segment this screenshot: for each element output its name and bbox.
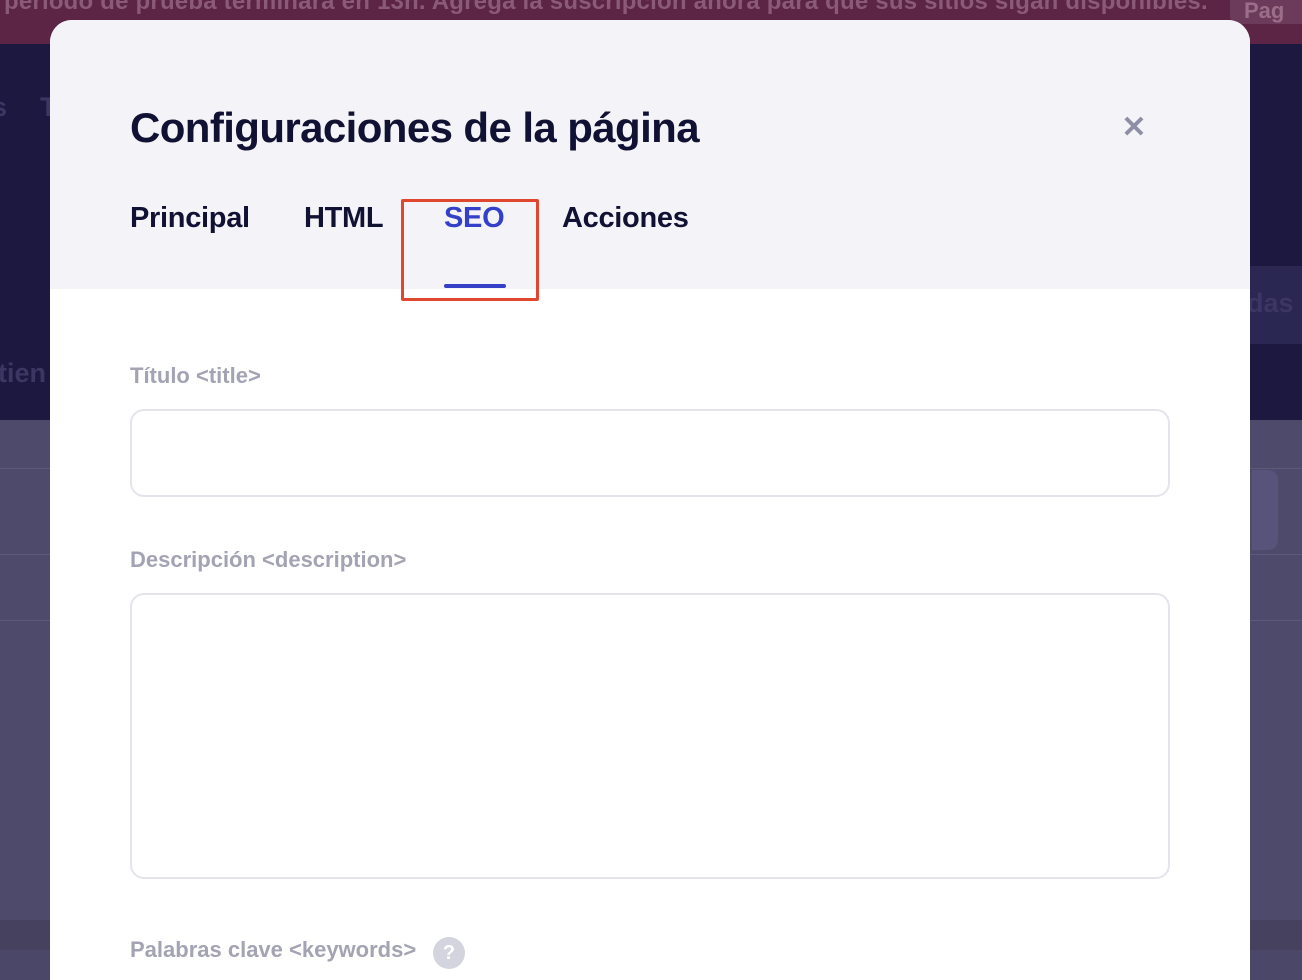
- modal-title: Configuraciones de la página: [130, 104, 700, 151]
- background-nav-fragment: tien: [0, 358, 47, 388]
- close-icon[interactable]: ✕: [1120, 113, 1148, 143]
- title-field-label: Título <title>: [130, 363, 261, 388]
- background-nav-fragment: das l: [1247, 288, 1302, 318]
- page-settings-modal: Configuraciones de la página ✕ Principal…: [50, 20, 1250, 980]
- tab-html[interactable]: HTML: [304, 202, 384, 235]
- title-input[interactable]: [130, 409, 1170, 497]
- description-textarea[interactable]: [130, 593, 1170, 879]
- background-side-button: [1252, 470, 1278, 550]
- tab-principal[interactable]: Principal: [130, 202, 250, 235]
- trial-banner-text: período de prueba terminará en 13h. Agre…: [4, 0, 1208, 15]
- help-icon[interactable]: ?: [433, 937, 465, 969]
- seo-tab-highlight: [401, 199, 539, 301]
- description-field-label: Descripción <description>: [130, 547, 407, 572]
- keywords-field-label: Palabras clave <keywords>: [130, 937, 417, 962]
- modal-header: Configuraciones de la página ✕ Principal…: [50, 20, 1250, 301]
- background-nav-fragment: s: [0, 92, 7, 123]
- tab-acciones[interactable]: Acciones: [562, 202, 689, 235]
